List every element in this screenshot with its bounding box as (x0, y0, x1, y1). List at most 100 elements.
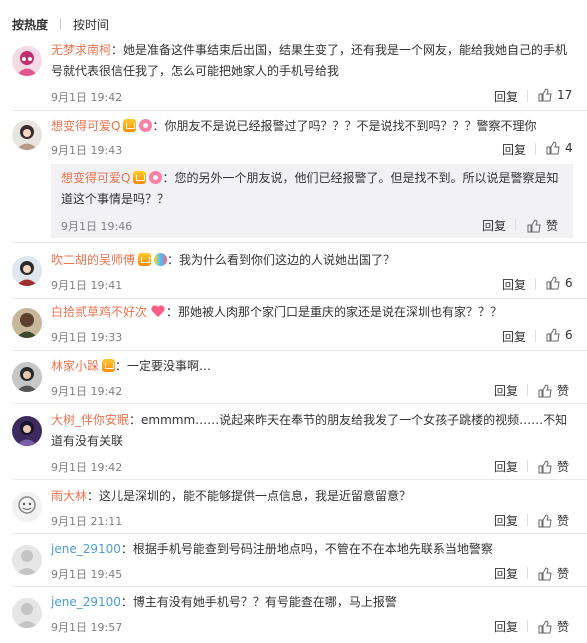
reply-button[interactable]: 回复 (494, 512, 518, 529)
comment-time: 9月1日 19:45 (51, 568, 123, 581)
comment-time: 9月1日 21:11 (51, 515, 123, 528)
username-link[interactable]: 想变得可爱Q (51, 119, 120, 133)
sub-reply: 想变得可爱Q ：您的另外一个朋友说，他们已经报警了。但是找不到。所以说是警察是知道… (51, 164, 573, 238)
action-divider (535, 143, 536, 155)
action-divider (527, 567, 528, 579)
like-count: 6 (565, 276, 573, 290)
comment-body: ：博主有没有她手机号？？有号能查在哪，马上报警 (120, 595, 397, 609)
like-label: 赞 (546, 219, 559, 233)
like-button[interactable]: 赞 (527, 217, 558, 234)
reply-button[interactable]: 回复 (494, 618, 518, 635)
action-divider (527, 384, 528, 396)
comment-item: 无梦求南柯：她是准备这件事结束后出国，结果生变了，还有我是一个网友，能给我她自己… (0, 40, 587, 112)
crown-badge-icon (123, 119, 137, 132)
comment-text: 白拾贰草鸡不好次 ：那她被人肉那个家门口是重庆的家还是说在深圳也有家？？？ (51, 302, 575, 323)
avatar[interactable] (12, 46, 42, 76)
sub-reply-time: 9月1日 19:46 (61, 220, 133, 233)
donut-badge-icon (139, 119, 153, 132)
avatar[interactable] (12, 256, 42, 286)
like-button[interactable]: 17 (538, 88, 572, 102)
like-button[interactable]: 4 (546, 141, 573, 155)
comment-item: 白拾贰草鸡不好次 ：那她被人肉那个家门口是重庆的家还是说在深圳也有家？？？ 9月1… (0, 302, 587, 346)
comment-time: 9月1日 19:43 (51, 144, 123, 157)
like-button[interactable]: 6 (546, 276, 573, 290)
action-divider (535, 330, 536, 342)
comment-text: jene_29100：根据手机号能查到号码注册地点吗，不管在不在本地先联系当地警… (51, 539, 575, 560)
action-divider (527, 460, 528, 472)
reply-button[interactable]: 回复 (502, 276, 526, 293)
comment-text: 林家小跺 ：一定要没事啊… (51, 356, 575, 377)
comment-time: 9月1日 19:42 (51, 91, 123, 104)
like-count: 6 (565, 328, 573, 342)
username-link[interactable]: 无梦求南柯 (51, 43, 111, 57)
username-link[interactable]: 白拾贰草鸡不好次 (51, 305, 147, 319)
username-link[interactable]: 林家小跺 (51, 359, 99, 373)
thumbs-up-icon (538, 513, 552, 527)
like-button[interactable]: 赞 (538, 382, 569, 399)
thumbs-up-icon (538, 566, 552, 580)
like-button[interactable]: 赞 (538, 512, 569, 529)
comment-body: ：这儿是深圳的，能不能够提供一点信息，我是近留意留意？ (87, 489, 412, 503)
like-label: 赞 (557, 620, 570, 634)
comment-text: 雨大林：这儿是深圳的，能不能够提供一点信息，我是近留意留意？ (51, 486, 575, 507)
username-link[interactable]: 吹二胡的吴师傅 (51, 253, 135, 267)
tab-divider (60, 18, 62, 30)
avatar[interactable] (12, 416, 42, 446)
like-label: 赞 (557, 567, 570, 581)
reply-button[interactable]: 回复 (482, 217, 506, 234)
comment-text: 无梦求南柯：她是准备这件事结束后出国，结果生变了，还有我是一个网友，能给我她自己… (51, 40, 575, 82)
username-link[interactable]: jene_29100 (51, 542, 121, 556)
comment-divider (12, 350, 587, 351)
comment-body: ：emmmm……说起来昨天在奉节的朋友给我发了一个女孩子跳楼的视频……不知道有没… (51, 413, 568, 448)
like-button[interactable]: 6 (546, 328, 573, 342)
tab-by-hot[interactable]: 按热度 (12, 16, 48, 33)
reply-button[interactable]: 回复 (494, 88, 518, 105)
username-link[interactable]: jene_29100 (51, 595, 121, 609)
action-divider (527, 620, 528, 632)
thumbs-up-icon (546, 276, 560, 290)
username-link[interactable]: 想变得可爱Q (61, 171, 130, 185)
comment-time: 9月1日 19:42 (51, 385, 123, 398)
balloon-badge-icon (154, 253, 168, 266)
username-link[interactable]: 雨大林 (51, 489, 87, 503)
comment-text: jene_29100：博主有没有她手机号？？有号能查在哪，马上报警 (51, 592, 575, 613)
avatar[interactable] (12, 120, 42, 150)
sub-reply-text: 想变得可爱Q ：您的另外一个朋友说，他们已经报警了。但是找不到。所以说是警察是知道… (61, 168, 563, 210)
reply-button[interactable]: 回复 (494, 382, 518, 399)
like-count: 17 (557, 88, 573, 102)
sort-tabs: 按热度 按时间 (12, 16, 109, 32)
avatar[interactable] (12, 545, 42, 575)
comment-body: ：根据手机号能查到号码注册地点吗，不管在不在本地先联系当地警察 (120, 542, 493, 556)
like-button[interactable]: 赞 (538, 618, 569, 635)
reply-button[interactable]: 回复 (502, 328, 526, 345)
thumbs-up-icon (538, 619, 552, 633)
comment-text: 想变得可爱Q ：你朋友不是说已经报警过了吗？？？不是说找不到吗？？？警察不理你 (51, 116, 575, 137)
action-divider (527, 514, 528, 526)
comment-body: ：你朋友不是说已经报警过了吗？？？不是说找不到吗？？？警察不理你 (152, 119, 537, 133)
tab-by-time[interactable]: 按时间 (73, 16, 109, 33)
comment-time: 9月1日 19:41 (51, 279, 123, 292)
like-button[interactable]: 赞 (538, 458, 569, 475)
comment-time: 9月1日 19:33 (51, 331, 123, 344)
thumbs-up-icon (538, 88, 552, 102)
avatar[interactable] (12, 308, 42, 338)
comment-text: 吹二胡的吴师傅 ：我为什么看到你们这边的人说她出国了？ (51, 250, 575, 271)
thumbs-up-icon (527, 218, 541, 232)
action-divider (515, 219, 516, 231)
reply-button[interactable]: 回复 (494, 458, 518, 475)
like-label: 赞 (557, 460, 570, 474)
username-link[interactable]: 大树_伴你安眠 (51, 413, 129, 427)
comment-item: 吹二胡的吴师傅 ：我为什么看到你们这边的人说她出国了？ 9月1日 19:41 回复… (0, 250, 587, 294)
comment-body: ：一定要没事啊… (115, 359, 212, 373)
avatar[interactable] (12, 362, 42, 392)
like-button[interactable]: 赞 (538, 565, 569, 582)
avatar[interactable] (12, 598, 42, 628)
comment-divider (12, 533, 587, 534)
comment-item: 大树_伴你安眠：emmmm……说起来昨天在奉节的朋友给我发了一个女孩子跳楼的视频… (0, 410, 587, 476)
reply-button[interactable]: 回复 (502, 141, 526, 158)
avatar[interactable] (12, 492, 42, 522)
comment-item: 想变得可爱Q ：你朋友不是说已经报警过了吗？？？不是说找不到吗？？？警察不理你 9… (0, 116, 587, 240)
comment-item: 雨大林：这儿是深圳的，能不能够提供一点信息，我是近留意留意？ 9月1日 21:1… (0, 486, 587, 530)
heart-badge-icon (151, 305, 165, 317)
reply-button[interactable]: 回复 (494, 565, 518, 582)
